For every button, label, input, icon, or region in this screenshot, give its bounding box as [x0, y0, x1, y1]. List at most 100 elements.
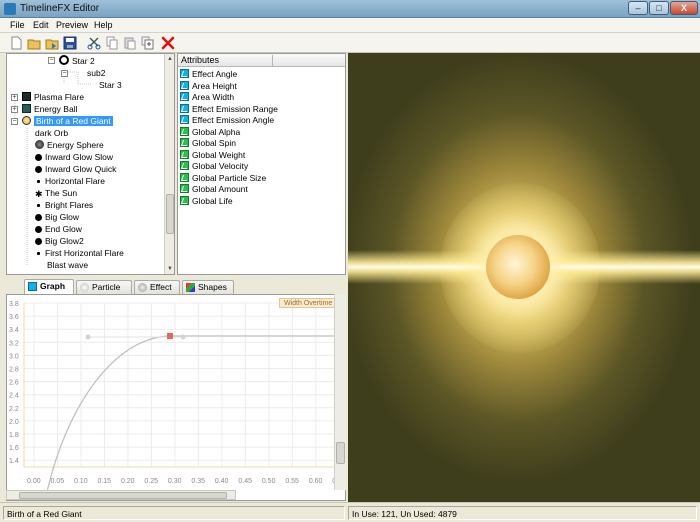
effect-preview[interactable]: [348, 53, 700, 502]
attribute-item[interactable]: Global Amount: [180, 184, 248, 195]
y-tick-label: 3.0: [9, 353, 19, 360]
attribute-item[interactable]: Global Alpha: [180, 126, 240, 138]
x-tick-label: 0.20: [121, 478, 135, 485]
close-button[interactable]: X: [670, 1, 698, 15]
y-tick-label: 2.6: [9, 380, 19, 387]
scroll-thumb[interactable]: [19, 492, 227, 499]
curve-icon: [180, 172, 189, 182]
attribute-item[interactable]: Area Height: [180, 80, 237, 92]
attribute-item[interactable]: Global Particle Size: [180, 172, 266, 184]
tree-scrollbar[interactable]: ▲ ▼: [164, 54, 174, 274]
clone-icon[interactable]: [141, 36, 155, 50]
delete-icon[interactable]: [161, 36, 175, 50]
x-tick-label: 0.10: [74, 478, 88, 485]
app-icon: [4, 3, 16, 15]
attribute-item[interactable]: Global Weight: [180, 149, 245, 161]
attribute-item[interactable]: Effect Emission Range: [180, 103, 278, 115]
selected-node: [167, 333, 173, 339]
tree-item-big-glow2[interactable]: Big Glow2: [35, 235, 84, 247]
import-icon[interactable]: [45, 36, 59, 50]
y-tick-label: 3.8: [9, 301, 19, 308]
attribute-item[interactable]: Effect Emission Angle: [180, 115, 274, 126]
paste-icon[interactable]: [123, 36, 137, 50]
title-bar: TimelineFX Editor ‒ □ X: [0, 0, 700, 18]
attributes-header: Attributes: [178, 54, 345, 67]
attribute-item[interactable]: Global Velocity: [180, 161, 248, 172]
tab-shapes[interactable]: Shapes: [182, 280, 234, 294]
star-icon: ✱: [35, 189, 43, 199]
sphere-icon: [35, 140, 44, 149]
sun-icon: [22, 116, 31, 125]
tree-item-bright-flares[interactable]: Bright Flares: [35, 199, 93, 211]
attribute-item[interactable]: Global Life: [180, 195, 233, 207]
tree-expander[interactable]: −: [11, 118, 18, 125]
tree-item-horizontal-flare[interactable]: Horizontal Flare: [35, 175, 105, 187]
scroll-thumb[interactable]: [166, 194, 174, 234]
tree-expander[interactable]: +: [11, 106, 18, 113]
save-icon[interactable]: [63, 36, 77, 50]
tree-item-dark-orb[interactable]: dark Orb: [35, 127, 68, 139]
tree-item-big-glow[interactable]: Big Glow: [35, 211, 79, 223]
x-tick-label: 0.55: [285, 478, 299, 485]
tree-item-inward-glow-slow[interactable]: Inward Glow Slow: [35, 151, 113, 163]
ring-icon: [59, 55, 69, 65]
scroll-down-icon[interactable]: ▼: [165, 264, 174, 274]
graph-vertical-scrollbar[interactable]: [334, 294, 346, 490]
control-node: [180, 334, 186, 340]
energy-ball-icon: [22, 104, 31, 113]
graph-panel[interactable]: 3.8 3.6 3.4 3.2 3.0 2.8 2.6 2.4 2.2 2.0 1.8 1.6 1.4 0…: [6, 294, 346, 501]
window-title: TimelineFX Editor: [20, 3, 100, 14]
x-tick-label: 0.45: [238, 478, 252, 485]
curve-icon: [180, 92, 189, 101]
attribute-item[interactable]: Effect Angle: [180, 69, 237, 80]
attributes-panel[interactable]: Attributes Effect Angle Area Height Area…: [177, 53, 346, 275]
tree-expander[interactable]: −: [61, 70, 68, 77]
tab-graph[interactable]: Graph: [24, 279, 74, 294]
tree-item-the-sun[interactable]: ✱ The Sun: [35, 187, 77, 199]
tree-item-first-horizontal-flare[interactable]: First Horizontal Flare: [35, 247, 124, 259]
menu-preview[interactable]: Preview: [56, 20, 88, 30]
copy-icon[interactable]: [105, 36, 119, 50]
cut-icon[interactable]: [87, 36, 101, 50]
tree-item-energy-ball[interactable]: Energy Ball: [22, 103, 77, 115]
x-tick-label: 0.60: [309, 478, 323, 485]
scroll-up-icon[interactable]: ▲: [165, 54, 174, 64]
curve-icon: [180, 138, 189, 147]
attribute-item[interactable]: Area Width: [180, 92, 234, 103]
tree-item-plasma-flare[interactable]: Plasma Flare: [22, 91, 84, 103]
status-effect-name: Birth of a Red Giant: [3, 506, 345, 520]
attribute-item[interactable]: Global Spin: [180, 138, 236, 149]
tree-expander[interactable]: +: [11, 94, 18, 101]
curve-icon: [180, 195, 189, 205]
open-icon[interactable]: [27, 36, 41, 50]
tree-item-inward-glow-quick[interactable]: Inward Glow Quick: [35, 163, 116, 175]
graph-horizontal-scrollbar[interactable]: [6, 490, 236, 500]
new-icon[interactable]: [9, 36, 23, 50]
attributes-header-label: Attributes: [181, 55, 273, 66]
effects-tree[interactable]: − Star 2 − sub2 Star 3 + Plasma Flare + …: [6, 53, 175, 275]
tree-item-energy-sphere[interactable]: Energy Sphere: [35, 139, 104, 151]
tab-particle[interactable]: Particle: [76, 280, 132, 294]
menu-edit[interactable]: Edit: [33, 20, 49, 30]
menu-file[interactable]: File: [10, 20, 25, 30]
tree-expander[interactable]: −: [48, 57, 55, 64]
tree-item-star-3[interactable]: Star 3: [99, 79, 122, 91]
particle-icon: [80, 283, 89, 292]
tree-item-star-2[interactable]: Star 2: [59, 55, 95, 67]
graph-canvas[interactable]: 3.8 3.6 3.4 3.2 3.0 2.8 2.6 2.4 2.2 2.0 1.8 1.6 1.4 0…: [7, 295, 337, 491]
tree-item-sub2[interactable]: sub2: [87, 67, 105, 79]
dot-icon: [35, 214, 42, 221]
dot-icon: [35, 226, 42, 233]
tree-item-blast-wave[interactable]: Blast wave: [47, 259, 88, 271]
curve-icon: [180, 161, 189, 170]
y-tick-label: 2.2: [9, 406, 19, 413]
menu-help[interactable]: Help: [94, 20, 113, 30]
y-tick-label: 1.8: [9, 432, 19, 439]
minimize-button[interactable]: ‒: [628, 1, 648, 15]
tab-effect[interactable]: Effect: [134, 280, 180, 294]
tree-item-end-glow[interactable]: End Glow: [35, 223, 82, 235]
menu-bar: File Edit Preview Help: [0, 18, 700, 33]
scroll-thumb[interactable]: [336, 442, 345, 464]
tree-item-birth-of-a-red-giant[interactable]: Birth of a Red Giant: [22, 115, 113, 127]
maximize-button[interactable]: □: [649, 1, 669, 15]
